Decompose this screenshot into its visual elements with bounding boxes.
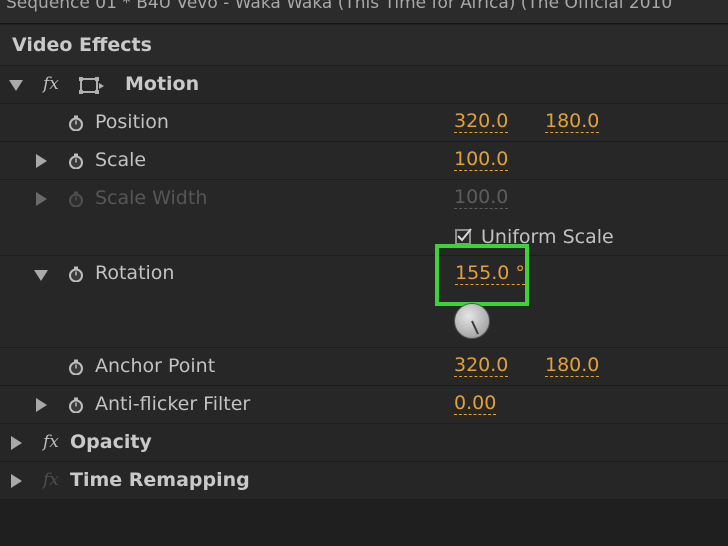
stopwatch-icon[interactable] bbox=[68, 397, 84, 413]
scale-width-label: Scale Width bbox=[95, 187, 208, 209]
rotation-highlight-box bbox=[435, 244, 529, 306]
anti-flicker-value[interactable]: 0.00 bbox=[454, 393, 497, 415]
uniform-scale-checkbox[interactable] bbox=[455, 228, 472, 245]
position-x-value[interactable]: 320.0 bbox=[454, 111, 509, 133]
twirl-right-icon[interactable] bbox=[11, 436, 22, 450]
twirl-down-icon[interactable] bbox=[9, 80, 23, 91]
stopwatch-icon[interactable] bbox=[68, 266, 84, 282]
position-y-value[interactable]: 180.0 bbox=[545, 111, 600, 133]
twirl-right-icon bbox=[36, 192, 47, 206]
scale-width-value: 100.0 bbox=[454, 186, 509, 209]
stopwatch-icon[interactable] bbox=[68, 153, 84, 169]
panel-title: Video Effects bbox=[12, 34, 152, 56]
time-remapping-label: Time Remapping bbox=[70, 469, 250, 491]
scale-width-row: Scale Width 100.0 bbox=[0, 180, 728, 220]
anchor-point-row: Anchor Point 320.0 180.0 bbox=[0, 348, 728, 386]
video-effects-header: Video Effects bbox=[0, 25, 728, 65]
anti-flicker-label: Anti-flicker Filter bbox=[95, 393, 251, 415]
scale-row: Scale 100.0 bbox=[0, 142, 728, 180]
time-remapping-effect-row[interactable]: fx Time Remapping bbox=[0, 462, 728, 500]
twirl-right-icon[interactable] bbox=[36, 154, 47, 168]
motion-label: Motion bbox=[125, 73, 200, 95]
stopwatch-icon[interactable] bbox=[68, 115, 84, 131]
twirl-right-icon[interactable] bbox=[11, 474, 22, 488]
opacity-effect-row[interactable]: fx Opacity bbox=[0, 424, 728, 462]
fx-icon[interactable]: fx bbox=[43, 432, 59, 452]
position-row: Position 320.0 180.0 bbox=[0, 104, 728, 142]
transform-box-icon[interactable] bbox=[78, 75, 104, 97]
twirl-right-icon[interactable] bbox=[36, 398, 47, 412]
fx-icon: fx bbox=[43, 470, 59, 490]
twirl-down-icon[interactable] bbox=[34, 270, 48, 281]
window-title: Sequence 01 * B4U Vevo - Waka Waka (This… bbox=[6, 0, 673, 13]
anchor-point-x-value[interactable]: 320.0 bbox=[454, 355, 509, 377]
window-title-bar: Sequence 01 * B4U Vevo - Waka Waka (This… bbox=[0, 0, 728, 24]
fx-icon[interactable]: fx bbox=[43, 74, 59, 94]
scale-value[interactable]: 100.0 bbox=[454, 149, 509, 171]
anti-flicker-row: Anti-flicker Filter 0.00 bbox=[0, 386, 728, 424]
anchor-point-y-value[interactable]: 180.0 bbox=[545, 355, 600, 377]
checkbox-checked-icon bbox=[457, 228, 472, 242]
empty-panel-area bbox=[0, 501, 728, 546]
uniform-scale-row: Uniform Scale bbox=[0, 220, 728, 256]
stopwatch-icon[interactable] bbox=[68, 359, 84, 375]
motion-effect-row[interactable]: fx Motion bbox=[0, 66, 728, 104]
anchor-point-label: Anchor Point bbox=[95, 355, 216, 377]
rotation-row: Rotation 155.0 ° bbox=[0, 244, 728, 348]
stopwatch-icon bbox=[69, 191, 83, 207]
rotation-label: Rotation bbox=[95, 262, 175, 284]
scale-label: Scale bbox=[95, 149, 147, 171]
position-label: Position bbox=[95, 111, 169, 133]
opacity-label: Opacity bbox=[70, 431, 152, 453]
rotation-dial-icon[interactable] bbox=[454, 303, 490, 339]
